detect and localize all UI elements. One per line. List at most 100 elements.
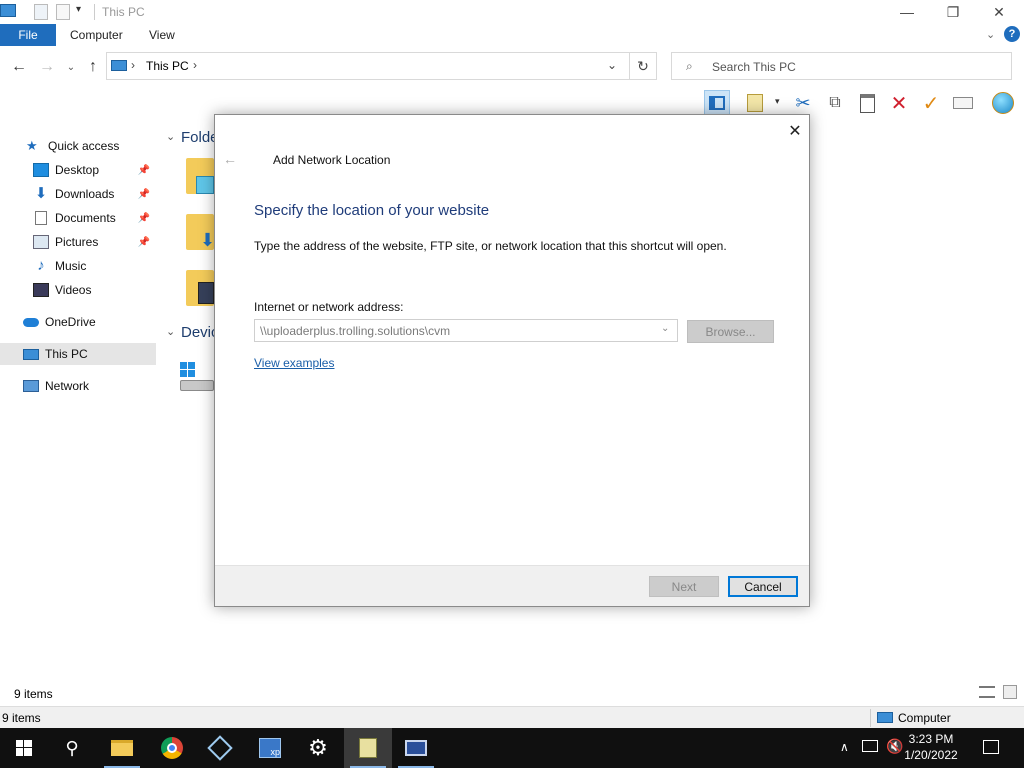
dialog-back-icon: ←	[223, 151, 237, 167]
desktop-icon	[33, 163, 49, 177]
checkmark-icon[interactable]: ✓	[918, 90, 944, 116]
network-status-icon[interactable]	[862, 740, 878, 752]
nav-label: Downloads	[55, 187, 115, 201]
paste-icon[interactable]	[854, 90, 880, 116]
minimize-button[interactable]: —	[884, 0, 930, 24]
folders-group-header[interactable]: Folde	[181, 129, 219, 146]
dialog-close-button[interactable]: ✕	[783, 119, 807, 143]
up-icon[interactable]: ↑	[84, 58, 102, 76]
cloud-icon	[23, 317, 39, 327]
copy-icon[interactable]: ⧉	[822, 90, 848, 116]
3d-box-app-icon[interactable]	[196, 728, 244, 768]
cancel-button[interactable]: Cancel	[728, 576, 798, 597]
search-input[interactable]: ⌕ Search This PC	[671, 52, 1012, 80]
large-icons-view-icon[interactable]	[1003, 685, 1017, 699]
nav-label: Network	[45, 379, 90, 393]
music-note-icon: ♪	[37, 257, 45, 274]
add-network-location-dialog: ✕ ← Add Network Location Specify the loc…	[214, 114, 810, 607]
details-location: Computer	[898, 711, 951, 725]
remote-desktop-icon[interactable]	[392, 728, 440, 768]
forward-icon[interactable]: →	[38, 58, 56, 76]
properties-icon[interactable]	[742, 90, 768, 116]
xp-app-icon[interactable]: xp	[246, 728, 294, 768]
breadcrumb-this-pc[interactable]: This PC	[146, 59, 189, 73]
tab-computer[interactable]: Computer	[70, 28, 123, 42]
nav-label: Pictures	[55, 235, 99, 249]
restore-button[interactable]: ❐	[930, 0, 976, 24]
collapse-chevron-icon[interactable]: ⌄	[166, 325, 175, 338]
dropdown-icon[interactable]: ▾	[775, 96, 780, 107]
breadcrumb-chevron-icon[interactable]: ›	[131, 58, 135, 72]
nav-onedrive[interactable]: OneDrive	[0, 311, 156, 333]
pictures-icon	[33, 235, 49, 249]
clock-time: 3:23 PM	[908, 732, 954, 746]
file-explorer-icon[interactable]	[98, 728, 146, 768]
devices-group-header[interactable]: Devic	[181, 324, 219, 341]
chrome-icon[interactable]	[148, 728, 196, 768]
show-hidden-icons-icon[interactable]: ∧	[840, 740, 849, 754]
ribbon-tabs: File Computer View ⌄ ?	[0, 24, 1024, 46]
nav-this-pc[interactable]: This PC	[0, 343, 156, 365]
nav-label: Music	[55, 259, 87, 273]
network-address-input[interactable]: \\uploaderplus.trolling.solutions\cvm	[254, 319, 678, 342]
start-button[interactable]	[0, 728, 48, 768]
pin-icon: 📌	[137, 212, 150, 224]
nav-quick-access[interactable]: ★ Quick access	[0, 135, 156, 157]
address-dropdown-icon[interactable]: ⌄	[607, 58, 617, 72]
computer-icon	[877, 712, 893, 723]
tab-view[interactable]: View	[149, 28, 175, 42]
notifications-icon[interactable]	[983, 740, 999, 754]
details-view-icon[interactable]	[979, 686, 995, 698]
delete-icon[interactable]: ✕	[886, 90, 912, 116]
recent-locations-icon[interactable]: ⌄	[62, 58, 80, 76]
settings-gear-icon[interactable]: ⚙	[294, 728, 342, 768]
globe-icon[interactable]	[990, 90, 1016, 116]
back-icon[interactable]: ←	[10, 58, 28, 76]
film-icon	[33, 283, 49, 297]
nav-network[interactable]: Network	[0, 375, 156, 397]
pin-icon: 📌	[137, 164, 150, 176]
windows-drive-icon[interactable]	[180, 362, 216, 392]
expand-ribbon-icon[interactable]: ⌄	[986, 28, 995, 41]
nav-label: Desktop	[55, 163, 100, 177]
clock-date: 1/20/2022	[904, 748, 958, 762]
nav-downloads[interactable]: ⬇ Downloads 📌	[0, 183, 156, 205]
browse-button: Browse...	[687, 320, 774, 343]
address-bar[interactable]: › This PC › ⌄	[106, 52, 630, 80]
dialog-description: Type the address of the website, FTP sit…	[254, 239, 727, 253]
dialog-title: Add Network Location	[273, 153, 391, 167]
computer-icon	[23, 348, 39, 360]
network-location-app-icon[interactable]	[344, 728, 392, 768]
download-arrow-icon: ⬇	[200, 230, 216, 250]
customize-quick-access-icon[interactable]: ▾	[76, 4, 81, 15]
nav-desktop[interactable]: Desktop 📌	[0, 159, 156, 181]
new-folder-icon[interactable]	[56, 4, 70, 20]
properties-icon[interactable]	[34, 4, 48, 20]
navigation-pane: ★ Quick access Desktop 📌 ⬇ Downloads 📌 D…	[0, 118, 158, 673]
nav-music[interactable]: ♪ Music	[0, 255, 156, 277]
computer-icon	[0, 4, 16, 17]
help-icon[interactable]: ?	[1004, 26, 1020, 42]
nav-videos[interactable]: Videos	[0, 279, 156, 301]
breadcrumb-chevron-icon[interactable]: ›	[193, 58, 197, 72]
film-icon	[198, 282, 214, 304]
cut-icon[interactable]: ✂	[790, 90, 816, 116]
tab-file[interactable]: File	[0, 24, 56, 46]
refresh-icon[interactable]: ↻	[629, 52, 657, 80]
details-bar: 9 items Computer	[0, 706, 1024, 728]
nav-label: Documents	[55, 211, 116, 225]
next-button: Next	[649, 576, 719, 597]
rename-icon[interactable]	[950, 90, 976, 116]
view-examples-link[interactable]: View examples	[254, 356, 334, 370]
address-dropdown-icon[interactable]: ⌄	[661, 323, 669, 334]
nav-label: OneDrive	[45, 315, 96, 329]
search-placeholder: Search This PC	[712, 60, 796, 74]
taskbar-search-icon[interactable]: ⚲	[48, 728, 96, 768]
close-button[interactable]: ✕	[976, 0, 1022, 24]
system-clock[interactable]: 3:23 PM 1/20/2022	[896, 731, 966, 763]
preview-pane-icon[interactable]	[704, 90, 730, 116]
collapse-chevron-icon[interactable]: ⌄	[166, 130, 175, 143]
cube-icon	[196, 176, 214, 194]
nav-documents[interactable]: Documents 📌	[0, 207, 156, 229]
nav-pictures[interactable]: Pictures 📌	[0, 231, 156, 253]
